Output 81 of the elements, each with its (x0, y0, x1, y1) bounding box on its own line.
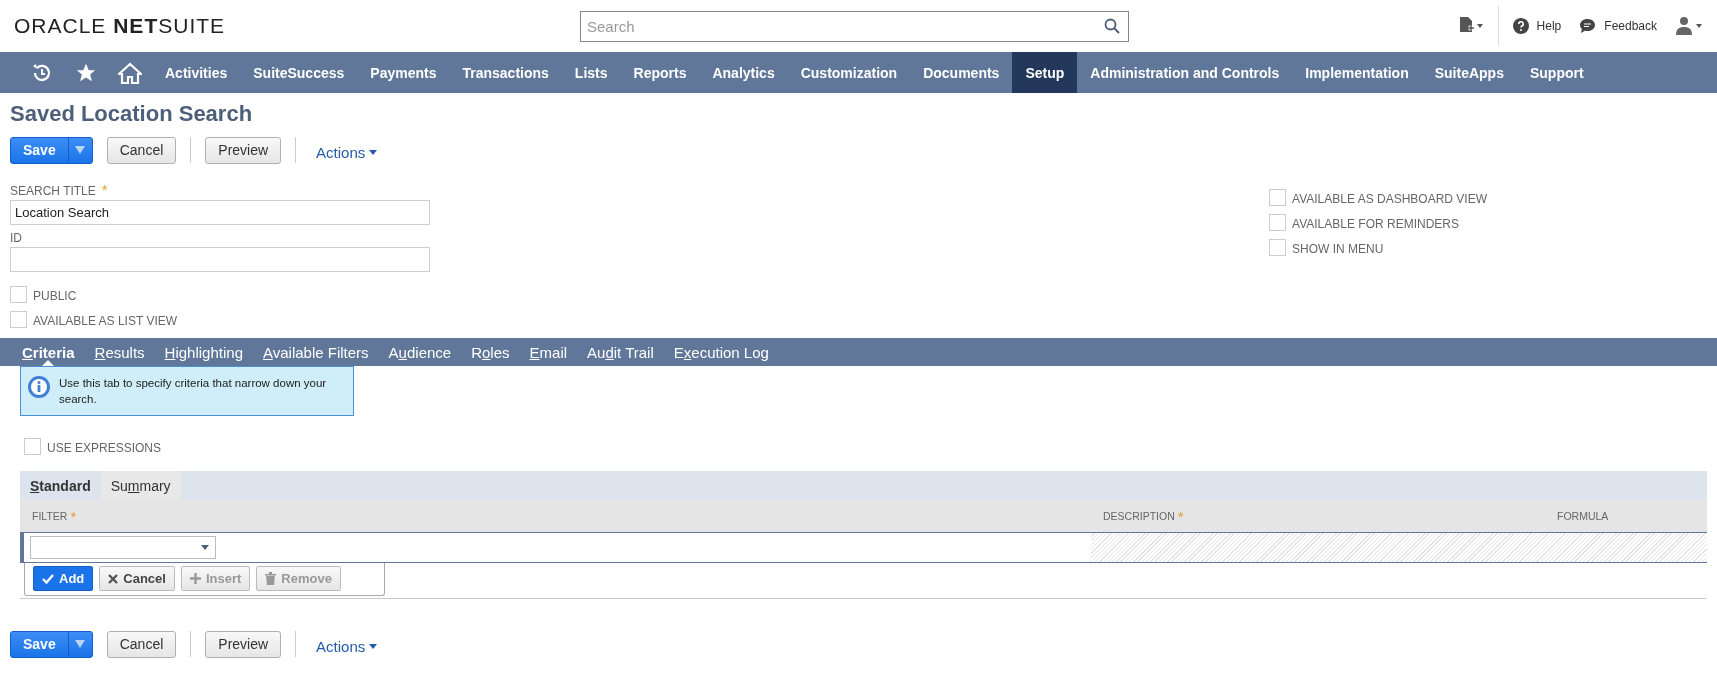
nav-menu-item[interactable]: Payments (357, 52, 450, 93)
required-mark: * (70, 507, 77, 525)
column-label: DESCRIPTION (1103, 510, 1175, 522)
column-label: FILTER (32, 510, 68, 522)
save-button[interactable]: Save (11, 631, 68, 657)
id-field[interactable] (10, 247, 430, 272)
page-title: Saved Location Search (10, 101, 254, 127)
subtab[interactable]: Summary (100, 471, 181, 500)
search-icon[interactable] (1104, 17, 1120, 34)
caret-icon (369, 643, 378, 649)
cancel-button[interactable]: Cancel (106, 630, 177, 658)
nav-menu-item[interactable]: SuiteApps (1421, 52, 1517, 93)
tab[interactable]: Criteria (12, 338, 85, 366)
feedback-link[interactable]: Feedback (1579, 18, 1657, 34)
info-icon (27, 375, 51, 399)
nav-menu-item[interactable]: SuiteSuccess (240, 52, 358, 93)
tab[interactable]: Available Filters (253, 338, 379, 366)
nav-menu-item[interactable]: Implementation (1292, 52, 1422, 93)
save-options-button[interactable] (67, 631, 92, 657)
column-label: FORMULA (1557, 510, 1609, 522)
caret-icon (75, 640, 86, 648)
nav-menu-item[interactable]: Lists (561, 52, 621, 93)
tab[interactable]: Audit Trail (577, 338, 664, 366)
help-link[interactable]: Help (1512, 18, 1562, 34)
nav-menu-item[interactable]: Activities (152, 52, 241, 93)
preview-button[interactable]: Preview (205, 630, 282, 658)
home-icon[interactable] (118, 61, 142, 84)
check-icon (42, 573, 54, 584)
save-button[interactable]: Save (11, 137, 68, 163)
checkbox-label: PUBLIC (33, 289, 77, 303)
checkbox[interactable] (10, 286, 27, 303)
logo[interactable]: ORACLE NETSUITE (14, 14, 580, 38)
field-label: SEARCH TITLE (10, 184, 96, 198)
save-options-button[interactable] (67, 137, 92, 163)
checkbox[interactable] (10, 311, 27, 328)
nav-menu-item[interactable]: Customization (787, 52, 911, 93)
checkbox[interactable] (24, 438, 41, 455)
add-button[interactable]: Add (33, 566, 94, 591)
pointer-icon (42, 360, 55, 366)
nav-menu-item[interactable]: Analytics (699, 52, 788, 93)
nav-menu-item[interactable]: Documents (910, 52, 1013, 93)
required-mark: * (101, 181, 108, 198)
checkbox-label: SHOW IN MENU (1292, 242, 1384, 256)
checkbox[interactable] (1269, 189, 1287, 206)
caret-icon (201, 545, 209, 550)
tab[interactable]: Execution Log (663, 338, 779, 366)
nav-menu-item[interactable]: Reports (620, 52, 700, 93)
tab[interactable]: Roles (461, 338, 520, 366)
caret-icon (75, 146, 86, 154)
nav-menu-item[interactable]: Administration and Controls (1077, 52, 1293, 93)
actions-menu[interactable]: Actions (316, 139, 378, 161)
plus-icon (189, 573, 201, 584)
checkbox-label: AVAILABLE AS LIST VIEW (33, 314, 178, 328)
required-mark: * (1177, 507, 1184, 525)
tab[interactable]: Audience (378, 338, 462, 366)
tab[interactable]: Results (84, 338, 155, 366)
nav-menu-item[interactable]: Support (1516, 52, 1597, 93)
checkbox-label: USE EXPRESSIONS (47, 441, 162, 455)
checkbox-label: AVAILABLE FOR REMINDERS (1292, 217, 1459, 231)
field-label: ID (10, 231, 22, 245)
trash-icon (265, 572, 277, 585)
actions-menu[interactable]: Actions (316, 633, 378, 655)
cancel-button[interactable]: Cancel (106, 136, 177, 164)
tab[interactable]: Email (519, 338, 578, 366)
preview-button[interactable]: Preview (205, 136, 282, 164)
nav-menu-item[interactable]: Transactions (449, 52, 562, 93)
cancel-button[interactable]: Cancel (99, 566, 175, 591)
search-field[interactable]: Search (580, 10, 1129, 42)
checkbox[interactable] (1269, 214, 1287, 231)
help-icon (1512, 18, 1529, 34)
checkbox[interactable] (1269, 239, 1287, 256)
nav-menu-item[interactable]: Setup (1012, 52, 1078, 93)
search-title-field[interactable]: Location Search (10, 200, 430, 225)
caret-icon (369, 149, 378, 155)
info-text: Use this tab to specify criteria that narrow down your search. (59, 376, 328, 407)
checkbox-label: AVAILABLE AS DASHBOARD VIEW (1292, 192, 1487, 206)
speech-bubble-icon (1579, 18, 1597, 34)
user-icon[interactable] (1675, 16, 1703, 36)
close-icon (108, 573, 119, 584)
history-icon[interactable] (31, 61, 53, 84)
tab[interactable]: Highlighting (154, 338, 253, 366)
